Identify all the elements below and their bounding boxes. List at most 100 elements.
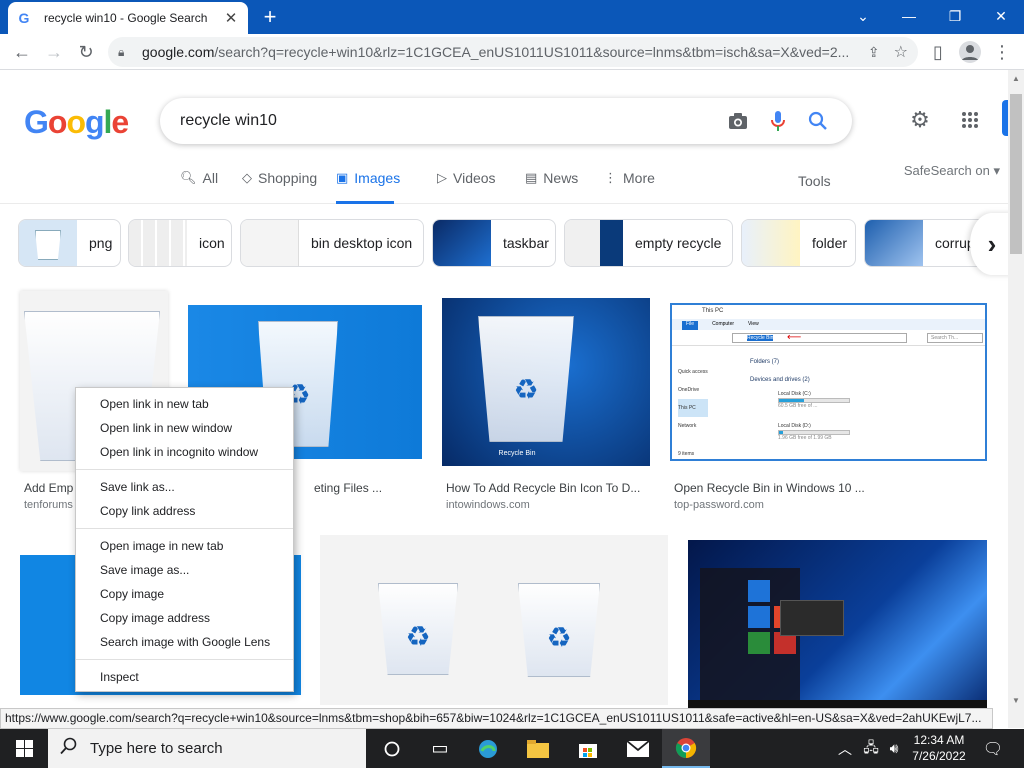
menu-copy-image[interactable]: Copy image [76,582,293,606]
browser-tab[interactable]: G recycle win10 - Google Search ✕ [8,2,248,34]
result-caption[interactable]: eting Files ... [314,481,382,495]
settings-gear-icon[interactable]: ⚙ [904,104,936,136]
forward-button[interactable]: → [40,38,68,66]
lock-icon[interactable]: 🔒︎ [118,45,132,60]
search-box[interactable]: recycle win10 [160,98,852,144]
result-thumbnail[interactable]: ♻ Recycle Bin [442,298,650,466]
image-result[interactable]: ♻ Recycle Bin How To Add Recycle Bin Ico… [442,298,652,518]
network-icon[interactable]: 🖧︎ [860,729,882,768]
result-source[interactable]: top-password.com [674,499,764,511]
microsoft-store-icon[interactable] [564,729,612,768]
menu-search-google-lens[interactable]: Search image with Google Lens [76,630,293,654]
taskbar-clock[interactable]: 12:34 AM 7/26/2022 [904,732,974,764]
google-favicon-icon: G [18,10,30,26]
explorer-tab: Computer [712,321,735,327]
chip-empty-recycle[interactable]: empty recycle [564,219,733,267]
chip-folder[interactable]: folder [741,219,856,267]
image-icon: ▣ [336,170,349,185]
edge-browser-icon[interactable] [464,729,512,768]
bookmark-star-icon[interactable]: ☆ [894,42,908,62]
mail-icon[interactable] [614,729,662,768]
chip-taskbar[interactable]: taskbar [432,219,556,267]
result-caption[interactable]: How To Add Recycle Bin Icon To D... [446,481,640,495]
volume-icon[interactable]: 🔊︎ [884,729,904,768]
action-center-icon[interactable]: 🗨︎ [978,729,1008,768]
result-caption[interactable]: Open Recycle Bin in Windows 10 ... [674,481,865,495]
chip-png[interactable]: png [18,219,121,267]
chrome-menu-icon[interactable]: ⋮ [988,38,1016,66]
result-source[interactable]: tenforums [24,499,73,511]
tab-images[interactable]: ▣ Images [336,170,400,204]
menu-copy-image-address[interactable]: Copy image address [76,606,293,630]
scroll-down-arrow-icon[interactable]: ▼ [1012,696,1020,705]
scroll-up-arrow-icon[interactable]: ▲ [1012,74,1020,83]
google-logo[interactable]: Google [24,104,129,141]
recycle-arrows-icon: ♻ [405,620,431,652]
image-result[interactable]: This PC File Computer View Recycle Bin S… [670,303,990,518]
new-tab-button[interactable]: + [258,4,282,29]
task-view-icon[interactable]: ▭ [416,729,464,768]
tab-videos[interactable]: ▷ Videos [437,170,496,204]
tile [748,606,770,628]
result-thumbnail[interactable]: ♻ ♻ [320,535,668,705]
tools-button[interactable]: Tools [798,173,831,207]
chip-thumbnail [865,220,923,266]
restore-button[interactable]: ❐ [932,0,978,32]
tab-shopping[interactable]: ◇ Shopping [242,170,317,204]
page-scrollbar[interactable]: ▲ ▼ [1008,70,1024,728]
chrome-taskbar-icon[interactable] [662,729,710,768]
chip-icon[interactable]: icon [128,219,232,267]
file-explorer-icon[interactable] [514,729,562,768]
menu-open-link-incognito[interactable]: Open link in incognito window [76,440,293,464]
safesearch-toggle[interactable]: SafeSearch on ▾ [904,163,1000,179]
profile-avatar-icon[interactable] [956,38,984,66]
status-bar-url: https://www.google.com/search?q=recycle+… [0,708,993,729]
menu-save-link-as[interactable]: Save link as... [76,475,293,499]
apps-grid-icon[interactable] [954,104,986,136]
scrollbar-thumb[interactable] [1010,94,1022,254]
tab-search-button[interactable]: ⌄ [840,0,886,32]
close-window-button[interactable]: ✕ [978,0,1024,32]
minimize-button[interactable]: — [886,0,932,32]
chip-bin-desktop-icon[interactable]: bin desktop icon [240,219,424,267]
back-button[interactable]: ← [8,38,36,66]
show-hidden-icons-chevron-icon[interactable]: ︿ [836,729,854,768]
more-vert-icon: ⋮ [604,170,617,185]
image-result[interactable]: ♻ ♻ [320,535,668,705]
taskbar-search-box[interactable]: Type here to search [48,729,366,768]
side-panel-icon[interactable]: ▯ [924,38,952,66]
menu-copy-link-address[interactable]: Copy link address [76,499,293,523]
url-text: google.com/search?q=recycle+win10&rlz=1C… [142,44,850,60]
windows-start-icon[interactable] [0,729,48,768]
menu-separator [76,659,293,660]
menu-open-link-new-tab[interactable]: Open link in new tab [76,392,293,416]
context-popup [780,600,844,636]
menu-open-image-new-tab[interactable]: Open image in new tab [76,534,293,558]
result-thumbnail[interactable]: This PC File Computer View Recycle Bin S… [670,303,987,461]
microphone-icon[interactable] [758,101,798,141]
menu-separator [76,528,293,529]
menu-open-link-new-window[interactable]: Open link in new window [76,416,293,440]
tab-more[interactable]: ⋮ More [604,170,655,204]
search-submit-icon[interactable] [798,101,838,141]
search-input[interactable]: recycle win10 [180,112,718,130]
image-result[interactable] [688,540,988,708]
close-tab-icon[interactable]: ✕ [222,9,240,27]
drive-usage-bar [779,399,804,402]
chip-thumbnail [241,220,299,266]
menu-save-image-as[interactable]: Save image as... [76,558,293,582]
reload-button[interactable]: ↻ [72,38,100,66]
result-thumbnail[interactable] [688,540,987,708]
menu-inspect[interactable]: Inspect [76,665,293,689]
logo-letter: o [66,104,86,140]
browser-toolbar: ← → ↻ 🔒︎ google.com/search?q=recycle+win… [0,34,1024,70]
tab-news[interactable]: ▤ News [525,170,578,204]
tab-all[interactable]: 🔍︎ All [180,170,218,204]
result-source[interactable]: intowindows.com [446,499,530,511]
related-searches-chips: png icon bin desktop icon taskbar empty … [18,219,1008,269]
result-caption[interactable]: Add Emp [24,481,73,495]
cortana-icon[interactable] [368,729,416,768]
share-icon[interactable]: ⇪ [868,44,880,61]
camera-search-icon[interactable] [718,101,758,141]
address-bar[interactable]: 🔒︎ google.com/search?q=recycle+win10&rlz… [108,37,918,67]
